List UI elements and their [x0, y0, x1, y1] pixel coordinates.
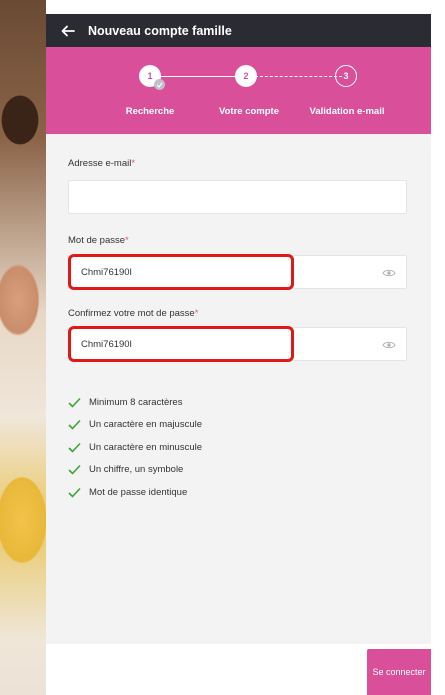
step-2-number: 2	[243, 71, 249, 81]
rule-item: Un caractère en majuscule	[68, 414, 202, 437]
login-button[interactable]: Se connecter	[367, 649, 431, 695]
check-icon	[68, 397, 81, 408]
email-label: Adresse e-mail*	[68, 158, 136, 169]
check-icon	[68, 487, 81, 498]
password-rules-list: Minimum 8 caractères Un caractère en maj…	[68, 391, 202, 504]
form-area: Adresse e-mail* Mot de passe* Chmi76190l…	[46, 134, 431, 644]
show-password-eye-icon[interactable]	[382, 267, 396, 279]
step-1-circle: 1	[139, 65, 165, 90]
header-bar: Nouveau compte famille	[46, 14, 431, 47]
password-highlight-box	[68, 254, 294, 290]
check-icon	[68, 420, 81, 430]
step-2-label: Votre compte	[218, 106, 280, 117]
step-connector-done	[159, 76, 236, 77]
step-3-circle: 3	[335, 65, 357, 87]
step-connector-pending	[255, 76, 342, 77]
confirm-password-label: Confirmez votre mot de passe*	[68, 308, 199, 319]
back-arrow-icon[interactable]	[60, 23, 76, 39]
password-label: Mot de passe*	[68, 235, 129, 246]
rule-item: Minimum 8 caractères	[68, 391, 202, 414]
background-photo	[0, 0, 46, 695]
rule-item: Mot de passe identique	[68, 481, 202, 504]
progress-stepper: 1 2 3 Recherche Votre compte Validation …	[46, 47, 431, 134]
step-done-check-icon	[154, 79, 165, 90]
step-1-label: Recherche	[125, 106, 175, 117]
signup-panel: Nouveau compte famille 1 2 3 Recherche V…	[46, 14, 431, 695]
check-icon	[68, 465, 81, 475]
confirm-password-highlight-box	[68, 326, 294, 362]
email-input[interactable]	[68, 180, 407, 214]
rule-item: Un chiffre, un symbole	[68, 459, 202, 482]
check-icon	[68, 442, 81, 453]
footer-bar: Se connecter	[46, 644, 431, 695]
rule-item: Un caractère en minuscule	[68, 436, 202, 459]
step-3-label: Validation e-mail	[309, 106, 385, 117]
show-confirm-password-eye-icon[interactable]	[382, 339, 396, 351]
step-1-number: 1	[147, 71, 153, 81]
step-3-number: 3	[343, 71, 349, 81]
step-2-circle: 2	[235, 65, 257, 87]
page-title: Nouveau compte famille	[88, 23, 232, 38]
